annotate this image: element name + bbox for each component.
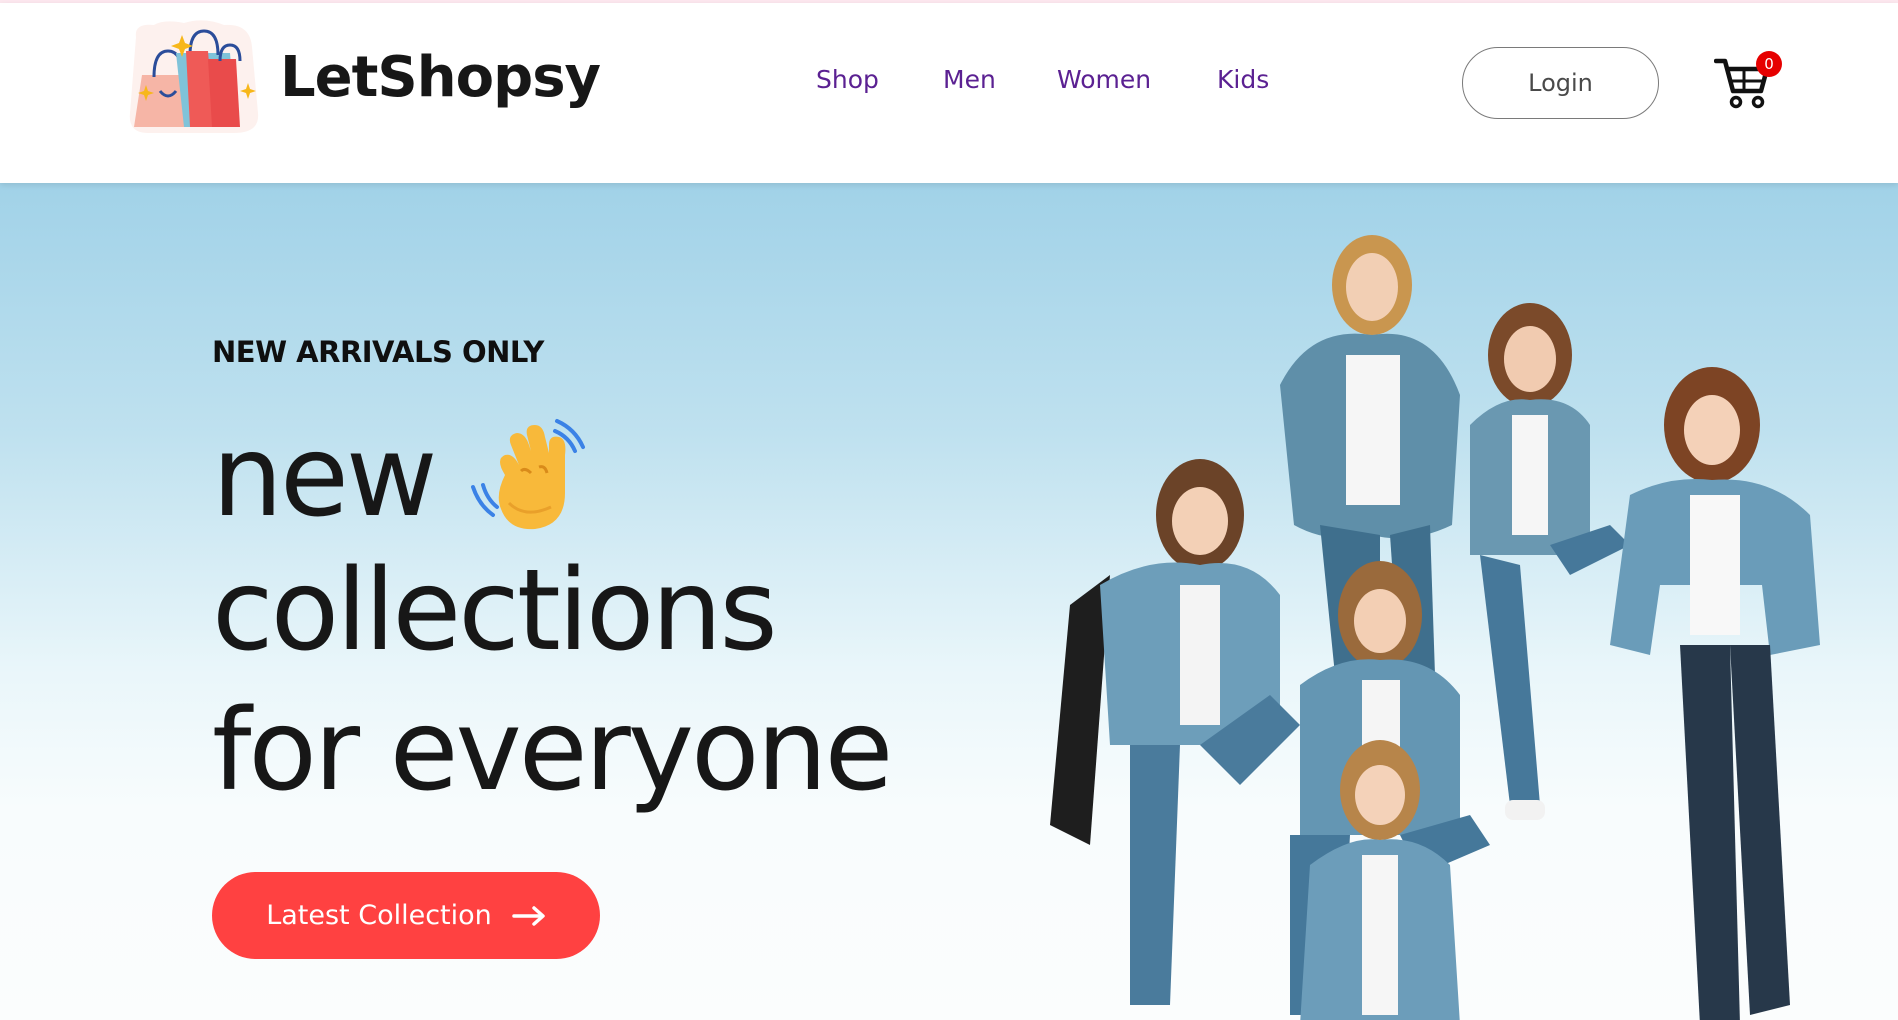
- cart-button[interactable]: 0: [1714, 51, 1782, 111]
- shopping-bags-icon: [129, 20, 259, 133]
- navbar: LetShopsy Shop Men Women Kids Login 0: [0, 3, 1898, 183]
- arrow-right-icon: [512, 905, 545, 926]
- brand-name: LetShopsy: [280, 44, 601, 110]
- nav-item-kids[interactable]: Kids: [1217, 61, 1269, 98]
- login-button[interactable]: Login: [1462, 47, 1659, 119]
- hero-photo-kids-denim: [1050, 235, 1820, 1020]
- hero-kicker: NEW ARRIVALS ONLY: [212, 335, 544, 369]
- nav-item-men[interactable]: Men: [943, 61, 996, 98]
- hero-headline-line-3: for everyone: [212, 686, 893, 816]
- model-figure: [1610, 367, 1820, 1020]
- latest-collection-button[interactable]: Latest Collection: [212, 872, 600, 959]
- model-figure: [1050, 459, 1300, 1005]
- brand-logo[interactable]: LetShopsy: [124, 17, 601, 137]
- hero-section: NEW ARRIVALS ONLY new collections for ev…: [0, 183, 1898, 1020]
- cart-count-badge: 0: [1756, 51, 1782, 77]
- hero-headline-word: new: [212, 412, 437, 542]
- hero-headline-line-2: collections: [212, 546, 778, 676]
- nav-item-women[interactable]: Women: [1057, 61, 1151, 98]
- model-figure: [1470, 303, 1630, 820]
- waving-hand-icon: [470, 419, 585, 530]
- nav-item-shop[interactable]: Shop: [816, 61, 879, 98]
- cta-label: Latest Collection: [266, 900, 492, 931]
- hero-text-block: NEW ARRIVALS ONLY new collections for ev…: [212, 183, 1092, 1020]
- hero-headline-line-1: new: [212, 415, 591, 539]
